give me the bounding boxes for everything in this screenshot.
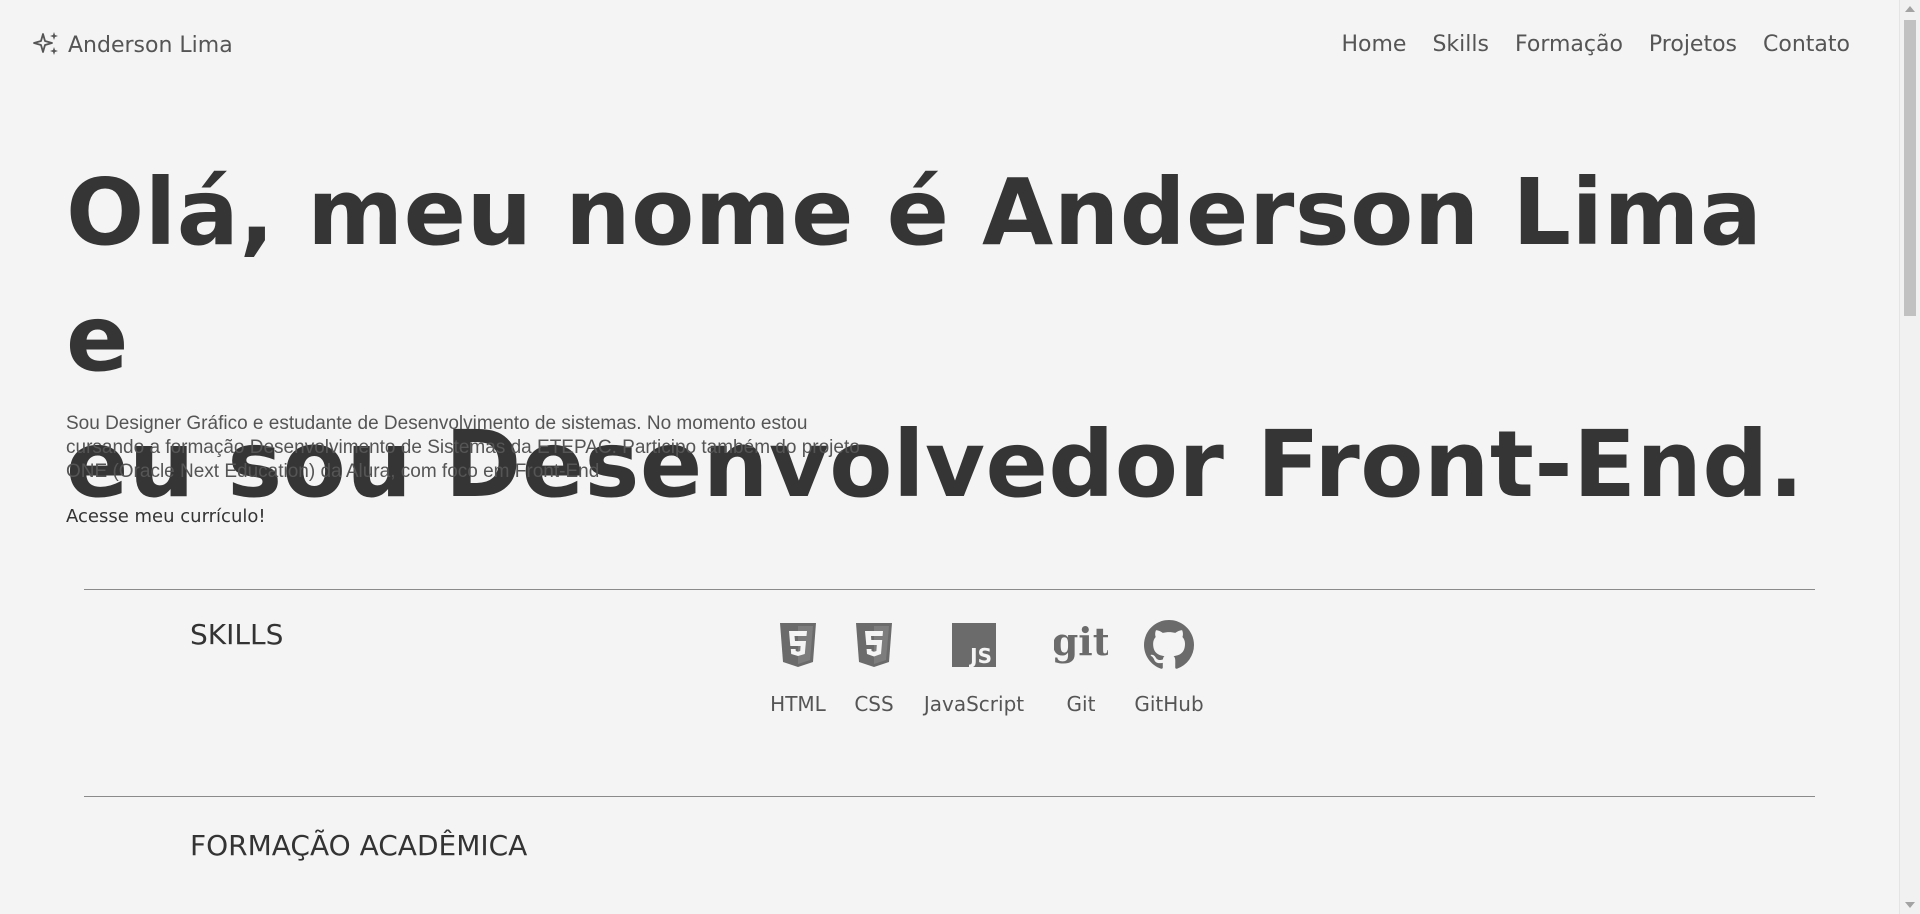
html5-icon <box>778 620 818 670</box>
skills-title: SKILLS <box>190 618 284 651</box>
sparkles-icon <box>33 32 58 55</box>
nav-formacao[interactable]: Formação <box>1515 32 1623 57</box>
scroll-down-arrow-icon[interactable] <box>1905 902 1915 908</box>
skill-git: git Git <box>1036 620 1126 716</box>
git-icon: git <box>1054 620 1108 670</box>
skill-github: GitHub <box>1126 620 1212 716</box>
main-nav: Home Skills Formação Projetos Contato <box>1342 32 1851 57</box>
css3-icon <box>854 620 894 670</box>
skill-label: CSS <box>854 692 894 716</box>
formacao-title: FORMAÇÃO ACADÊMICA <box>190 829 528 862</box>
hero-desc-line-3: ONE (Oracle Next Education) da Alura, co… <box>66 461 600 482</box>
svg-text:JS: JS <box>968 644 992 667</box>
nav-home[interactable]: Home <box>1342 32 1407 57</box>
page: Anderson Lima Home Skills Formação Proje… <box>0 0 1920 914</box>
section-divider <box>84 589 1815 590</box>
skill-label: HTML <box>770 692 826 716</box>
svg-text:git: git <box>1054 623 1108 664</box>
skill-label: Git <box>1066 692 1096 716</box>
cv-link[interactable]: Acesse meu currículo! <box>66 506 266 527</box>
javascript-icon: JS <box>952 620 996 670</box>
hero-desc-line-1: Sou Designer Gráfico e estudante de Dese… <box>66 413 808 434</box>
scrollbar-thumb[interactable] <box>1904 20 1916 316</box>
vertical-scrollbar[interactable] <box>1899 0 1920 914</box>
logo-text: Anderson Lima <box>68 32 233 58</box>
skill-javascript: JS JavaScript <box>912 620 1036 716</box>
site-header: Anderson Lima Home Skills Formação Proje… <box>0 0 1900 100</box>
logo-link[interactable]: Anderson Lima <box>32 30 233 60</box>
nav-skills[interactable]: Skills <box>1432 32 1489 57</box>
github-icon <box>1144 620 1194 670</box>
hero-description: Sou Designer Gráfico e estudante de Dese… <box>66 412 946 484</box>
section-divider <box>84 796 1815 797</box>
scroll-up-arrow-icon[interactable] <box>1905 6 1915 12</box>
hero-desc-line-2: cursando a formação Desenvolvimento de S… <box>66 437 860 458</box>
skill-label: GitHub <box>1134 692 1204 716</box>
nav-projetos[interactable]: Projetos <box>1649 32 1737 57</box>
skills-list: HTML CSS JS JavaScript git Git GitHub <box>760 620 1212 716</box>
skill-html: HTML <box>760 620 836 716</box>
skill-css: CSS <box>836 620 912 716</box>
nav-contato[interactable]: Contato <box>1763 32 1850 57</box>
skill-label: JavaScript <box>923 692 1025 716</box>
hero-title-line-1: Olá, meu nome é Anderson Lima e <box>66 159 1763 392</box>
